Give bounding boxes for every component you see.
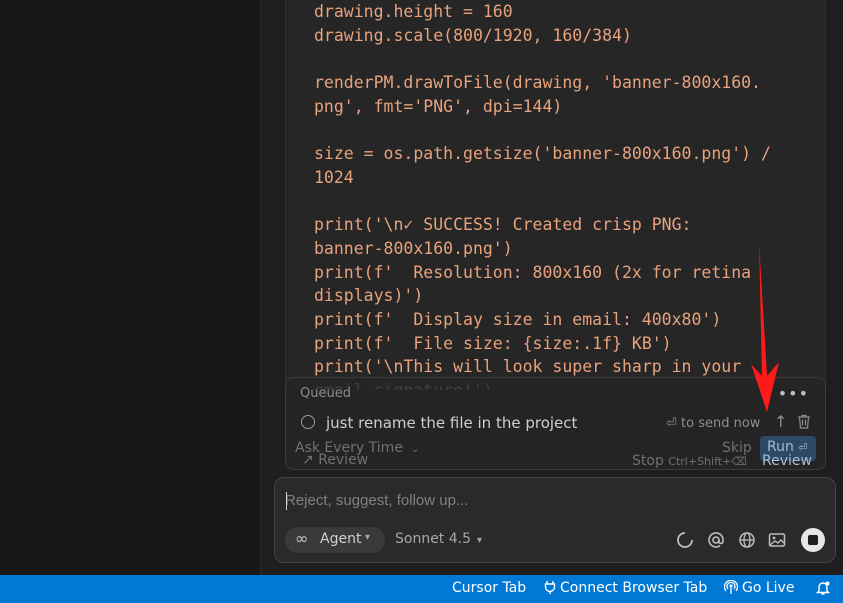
annotation-arrow-icon <box>751 242 779 412</box>
connect-browser-tab-button[interactable]: Connect Browser Tab <box>544 580 707 596</box>
review-label-left: Review <box>318 452 369 468</box>
code-line: png', fmt='PNG', dpi=144) <box>314 96 563 116</box>
agent-mode-select[interactable]: ∞ Agent ▾ <box>285 527 385 553</box>
left-sidebar-pane <box>0 0 261 575</box>
stop-generation-button[interactable]: Stop Ctrl+Shift+⌫ <box>632 453 747 469</box>
send-now-label: to send now <box>681 416 761 431</box>
queue-item-radio[interactable] <box>301 415 315 429</box>
code-line: print(f' File size: {size:.1f} KB') <box>314 333 672 353</box>
globe-icon[interactable] <box>737 530 757 550</box>
agent-mode-label: Agent <box>320 531 362 547</box>
code-lines: drawing.height = 160 drawing.scale(800/19… <box>314 0 771 390</box>
queue-header[interactable]: Queued <box>300 386 351 401</box>
go-live-button[interactable]: Go Live <box>723 579 795 596</box>
code-line: renderPM.drawToFile(drawing, 'banner-800… <box>314 73 762 93</box>
infinity-icon: ∞ <box>295 529 309 548</box>
stop-label: Stop <box>632 453 664 469</box>
model-select[interactable]: Sonnet 4.5 ▾ <box>395 531 482 547</box>
loading-icon <box>677 532 693 548</box>
code-line: size = os.path.getsize('banner-800x160.p… <box>314 144 771 164</box>
code-line: print('\n✓ SUCCESS! Created crisp PNG: <box>314 215 692 235</box>
code-line: 1024 <box>314 167 354 187</box>
stop-shortcut: Ctrl+Shift+⌫ <box>668 455 747 468</box>
expand-arrow-icon: ↗ <box>302 452 319 468</box>
code-line: displays)') <box>314 286 424 306</box>
chevron-down-icon: ▾ <box>365 532 371 543</box>
code-line: print(f' Resolution: 800x160 (2x for ret… <box>314 262 752 282</box>
code-line: drawing.scale(800/1920, 160/384) <box>314 25 632 45</box>
chevron-down-icon: ⌄ <box>410 444 420 455</box>
composer-input-box: ∞ Agent ▾ Sonnet 4.5 ▾ <box>274 477 836 563</box>
code-line: print(f' Display size in email: 400x80') <box>314 309 722 329</box>
composer-input[interactable] <box>285 488 815 512</box>
review-button-left[interactable]: ↗ Review <box>302 452 368 468</box>
status-bar: Cursor Tab Connect Browser Tab Go Live <box>0 575 843 603</box>
broadcast-icon <box>723 579 739 594</box>
review-button-right[interactable]: Review <box>762 453 812 469</box>
text-caret <box>286 492 287 510</box>
arrow-up-icon[interactable]: ↑ <box>774 412 787 431</box>
model-label: Sonnet 4.5 <box>395 531 472 547</box>
go-live-label: Go Live <box>742 580 795 596</box>
send-now-hint: ⏎ to send now <box>666 416 760 431</box>
stop-icon[interactable] <box>801 528 825 552</box>
cursor-tab-button[interactable]: Cursor Tab <box>452 580 526 596</box>
connect-browser-tab-label: Connect Browser Tab <box>560 580 708 596</box>
code-line: print('\nThis will look super sharp in y… <box>314 357 742 377</box>
queued-message-text[interactable]: just rename the file in the project <box>326 414 577 432</box>
code-line: banner-800x160.png') <box>314 238 513 258</box>
notifications-bell-icon[interactable] <box>815 580 835 598</box>
chevron-down-icon: ▾ <box>477 535 483 546</box>
stop-square <box>808 535 818 545</box>
trash-icon[interactable] <box>797 414 811 429</box>
plug-icon <box>544 581 556 594</box>
enter-key-icon: ⏎ <box>666 416 682 431</box>
code-line: drawing.height = 160 <box>314 2 513 21</box>
mention-icon[interactable] <box>706 530 726 550</box>
image-icon[interactable] <box>767 530 787 550</box>
